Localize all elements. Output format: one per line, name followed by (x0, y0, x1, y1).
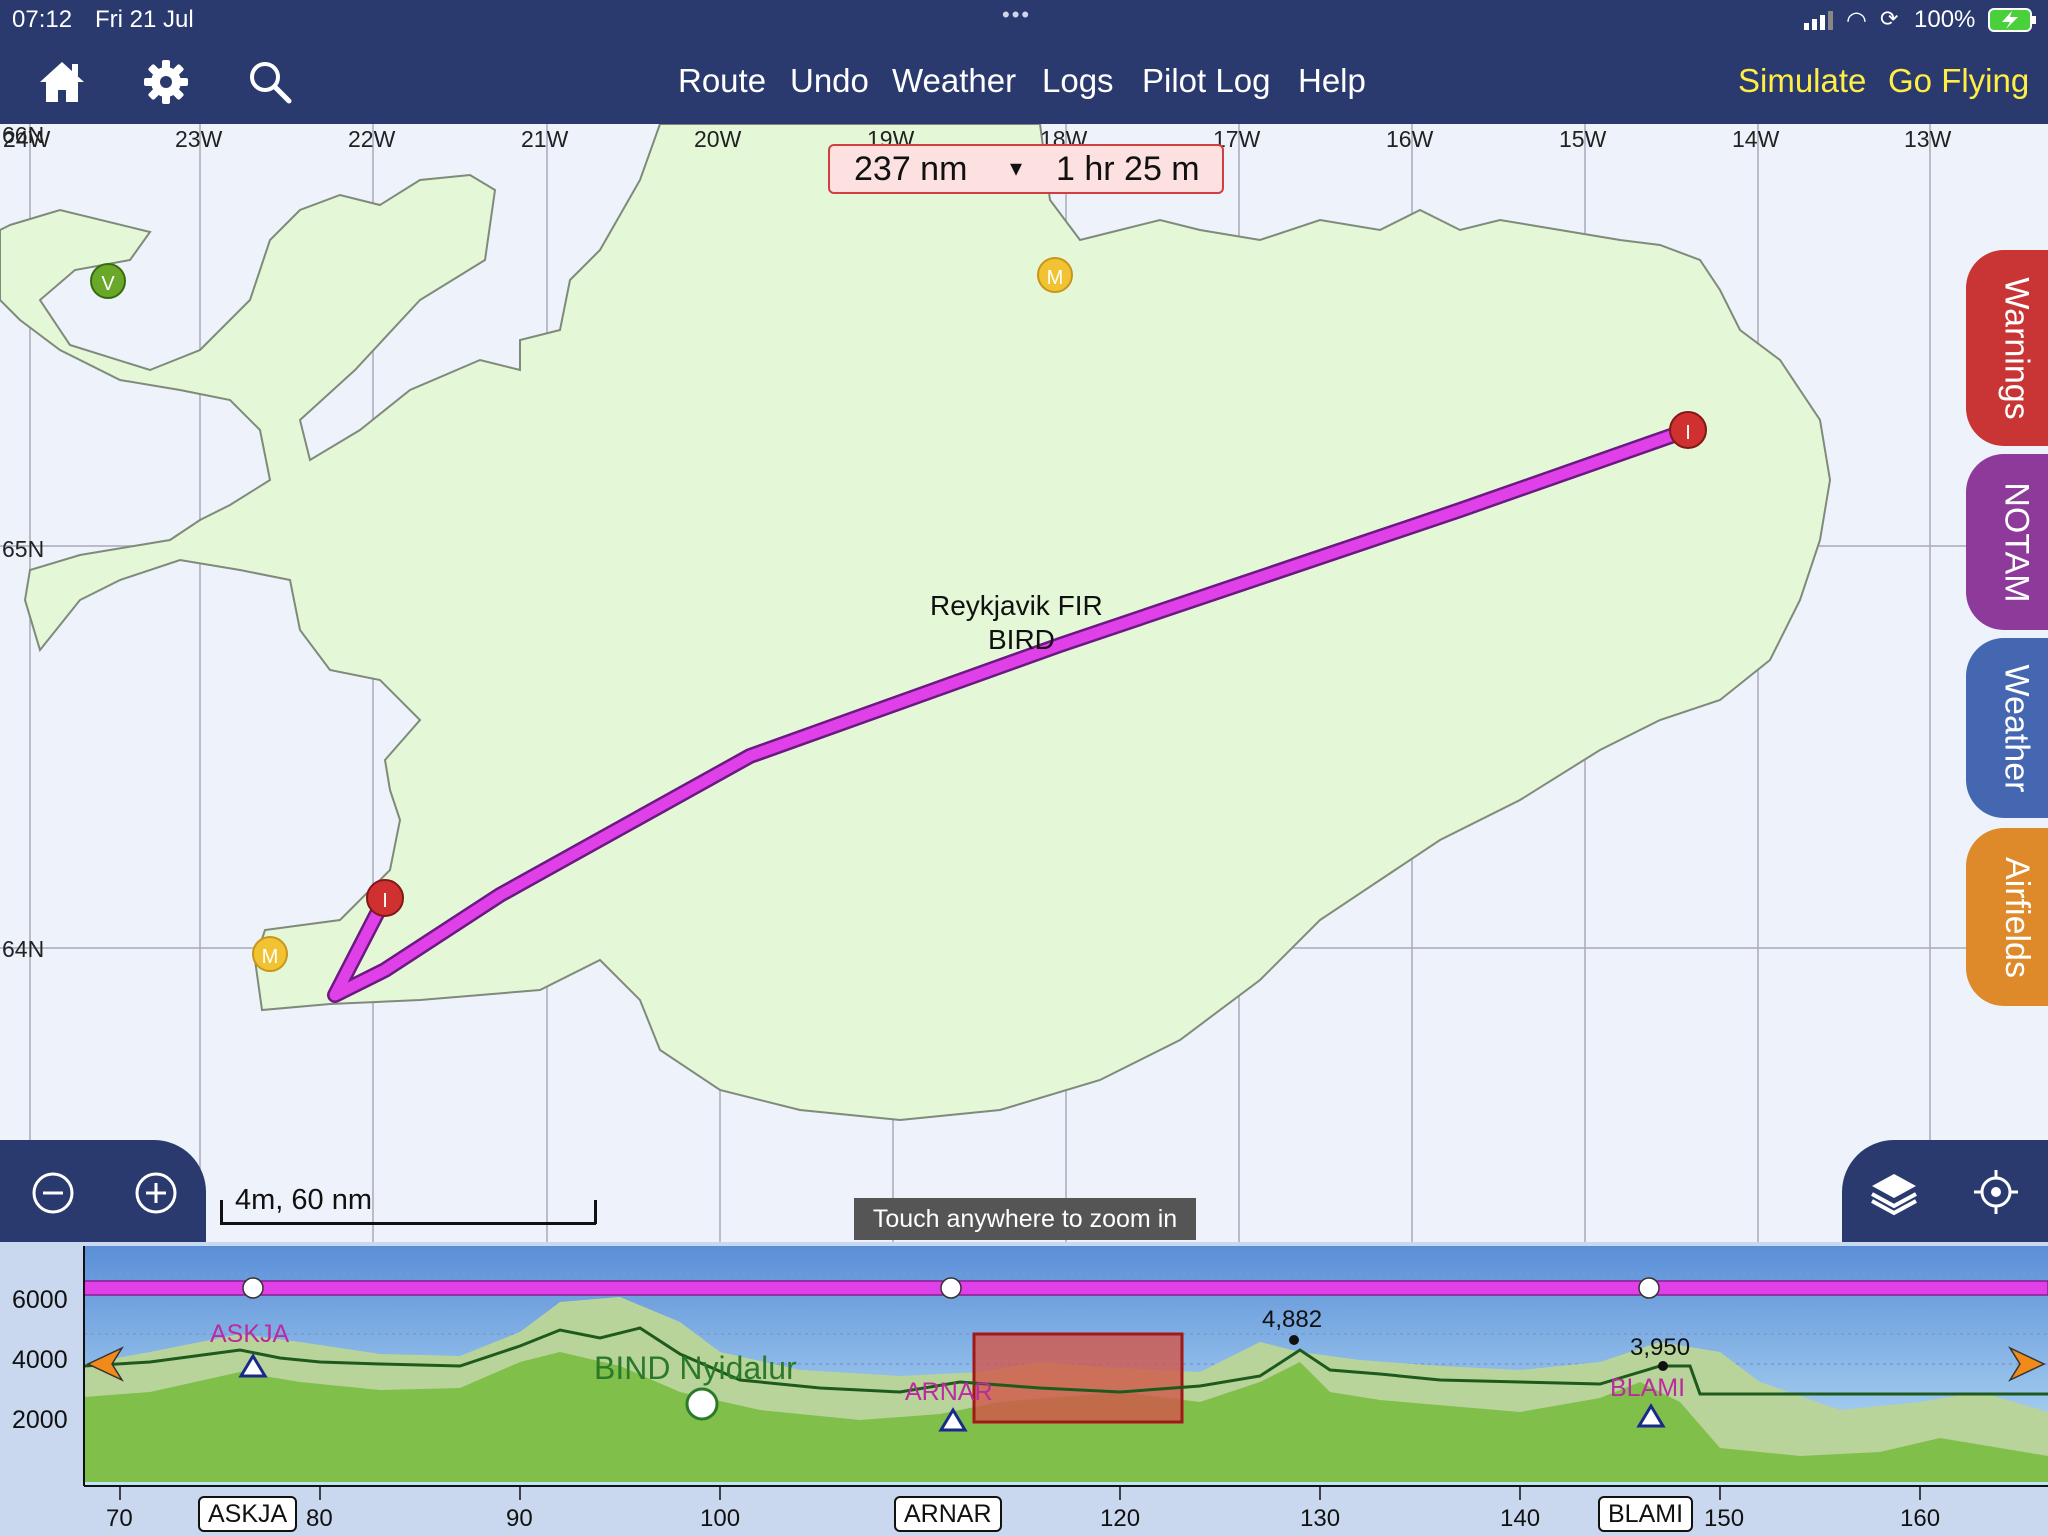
lat-label: 65N (2, 536, 45, 562)
waypoint-label-blami: BLAMI (1610, 1374, 1686, 1402)
x-tick-label: 100 (700, 1505, 741, 1532)
lon-label: 20W (694, 126, 742, 152)
status-time: 07:12 (12, 6, 73, 33)
peak-elevation: 3,950 (1630, 1334, 1691, 1361)
svg-text:M: M (262, 946, 279, 968)
battery-icon (1988, 8, 2038, 37)
go-flying-button[interactable]: Go Flying (1888, 62, 2029, 100)
tab-warnings[interactable]: Warnings (1966, 250, 2048, 446)
route-button[interactable]: Route (678, 62, 766, 100)
chevron-down-icon[interactable]: ▾ (1010, 154, 1022, 183)
lon-label: 23W (175, 126, 223, 152)
layers-icon[interactable] (1868, 1168, 1920, 1216)
zoom-hint: Touch anywhere to zoom in (854, 1198, 1196, 1240)
home-icon[interactable] (36, 56, 88, 108)
crosshair-icon[interactable] (1972, 1168, 2020, 1216)
weather-button[interactable]: Weather (892, 62, 1016, 100)
lon-label: 15W (1559, 126, 1607, 152)
x-tick-label: 130 (1300, 1505, 1341, 1532)
zoom-controls (0, 1140, 206, 1242)
scale-bar (220, 1222, 596, 1225)
pilot-log-button[interactable]: Pilot Log (1142, 62, 1270, 100)
svg-text:I: I (1685, 422, 1691, 444)
signal-icon (1804, 10, 1834, 35)
y-tick-label: 2000 (12, 1406, 68, 1434)
lon-label: 21W (521, 126, 569, 152)
lon-label: 13W (1904, 126, 1952, 152)
x-tick-label: 140 (1500, 1505, 1541, 1532)
airspace-marker[interactable] (685, 1387, 719, 1421)
tab-airfields[interactable]: Airfields (1966, 828, 2048, 1006)
route-altitude-bar (83, 1280, 2048, 1296)
plus-circle-icon[interactable] (133, 1170, 179, 1216)
battery-percent: 100% (1914, 6, 1976, 33)
tab-weather[interactable]: Weather (1966, 638, 2048, 818)
status-date: Fri 21 Jul (95, 6, 194, 33)
y-tick-label: 4000 (12, 1346, 68, 1374)
x-tick-label: 70 (106, 1505, 133, 1532)
route-summary-box[interactable]: 237 nm ▾ 1 hr 25 m (828, 144, 1224, 194)
waypoint-label-askja: ASKJA (210, 1320, 290, 1348)
x-tick-label: 160 (1900, 1505, 1941, 1532)
x-tick-label: 90 (506, 1505, 533, 1532)
lat-label: 66N (2, 122, 45, 148)
scale-label: 4m, 60 nm (235, 1184, 372, 1216)
waypoint-label-arnar: ARNAR (905, 1378, 993, 1406)
wifi-icon: ◠ (1846, 7, 1867, 34)
route-time: 1 hr 25 m (1056, 150, 1200, 188)
multitask-dots-icon[interactable]: ••• (1002, 2, 1031, 28)
minus-circle-icon[interactable] (30, 1170, 76, 1216)
chart-map[interactable]: V M M I I 24W 23W 22W 21W 20W 19W 18W 17… (0, 0, 2048, 1242)
logs-button[interactable]: Logs (1042, 62, 1114, 100)
peak-elevation: 4,882 (1262, 1306, 1323, 1333)
x-tick-label: 150 (1704, 1505, 1745, 1532)
svg-text:I: I (382, 890, 388, 912)
top-toolbar: 07:12 Fri 21 Jul ••• ◠ ⟳ 100% Route Undo… (0, 0, 2048, 124)
gear-icon[interactable] (140, 56, 192, 108)
lon-label: 16W (1386, 126, 1434, 152)
profile-canvas[interactable] (0, 1242, 2048, 1536)
waypoint-dot[interactable] (242, 1277, 264, 1299)
vertical-profile[interactable]: 6000 4000 2000 70 80 90 100 120 130 140 … (0, 1242, 2048, 1536)
x-tick-label: 120 (1100, 1505, 1141, 1532)
waypoint-dot[interactable] (1638, 1277, 1660, 1299)
lat-label: 64N (2, 936, 45, 962)
waypoint-box-askja[interactable]: ASKJA (198, 1496, 298, 1532)
x-tick-label: 80 (306, 1505, 333, 1532)
simulate-button[interactable]: Simulate (1738, 62, 1866, 100)
waypoint-dot[interactable] (940, 1277, 962, 1299)
svg-text:M: M (1047, 267, 1064, 289)
tab-notam[interactable]: NOTAM (1966, 454, 2048, 630)
airspace-label: BIND Nyidalur (594, 1350, 797, 1386)
peak-dot (1289, 1335, 1299, 1345)
undo-button[interactable]: Undo (790, 62, 869, 100)
help-button[interactable]: Help (1298, 62, 1366, 100)
lon-label: 22W (348, 126, 396, 152)
lon-label: 14W (1732, 126, 1780, 152)
airspace-bind-nyidalur[interactable] (972, 1332, 1184, 1424)
search-icon[interactable] (244, 56, 296, 108)
svg-text:V: V (101, 273, 115, 295)
map-tools (1842, 1140, 2048, 1242)
waypoint-box-blami[interactable]: BLAMI (1598, 1496, 1694, 1532)
waypoint-box-arnar[interactable]: ARNAR (894, 1496, 1002, 1532)
fir-name: Reykjavik FIR (930, 590, 1103, 621)
fir-code: BIRD (988, 624, 1055, 655)
rotation-lock-icon: ⟳ (1880, 6, 1899, 31)
peak-dot (1658, 1361, 1668, 1371)
route-distance: 237 nm (854, 150, 968, 188)
y-tick-label: 6000 (12, 1286, 68, 1314)
